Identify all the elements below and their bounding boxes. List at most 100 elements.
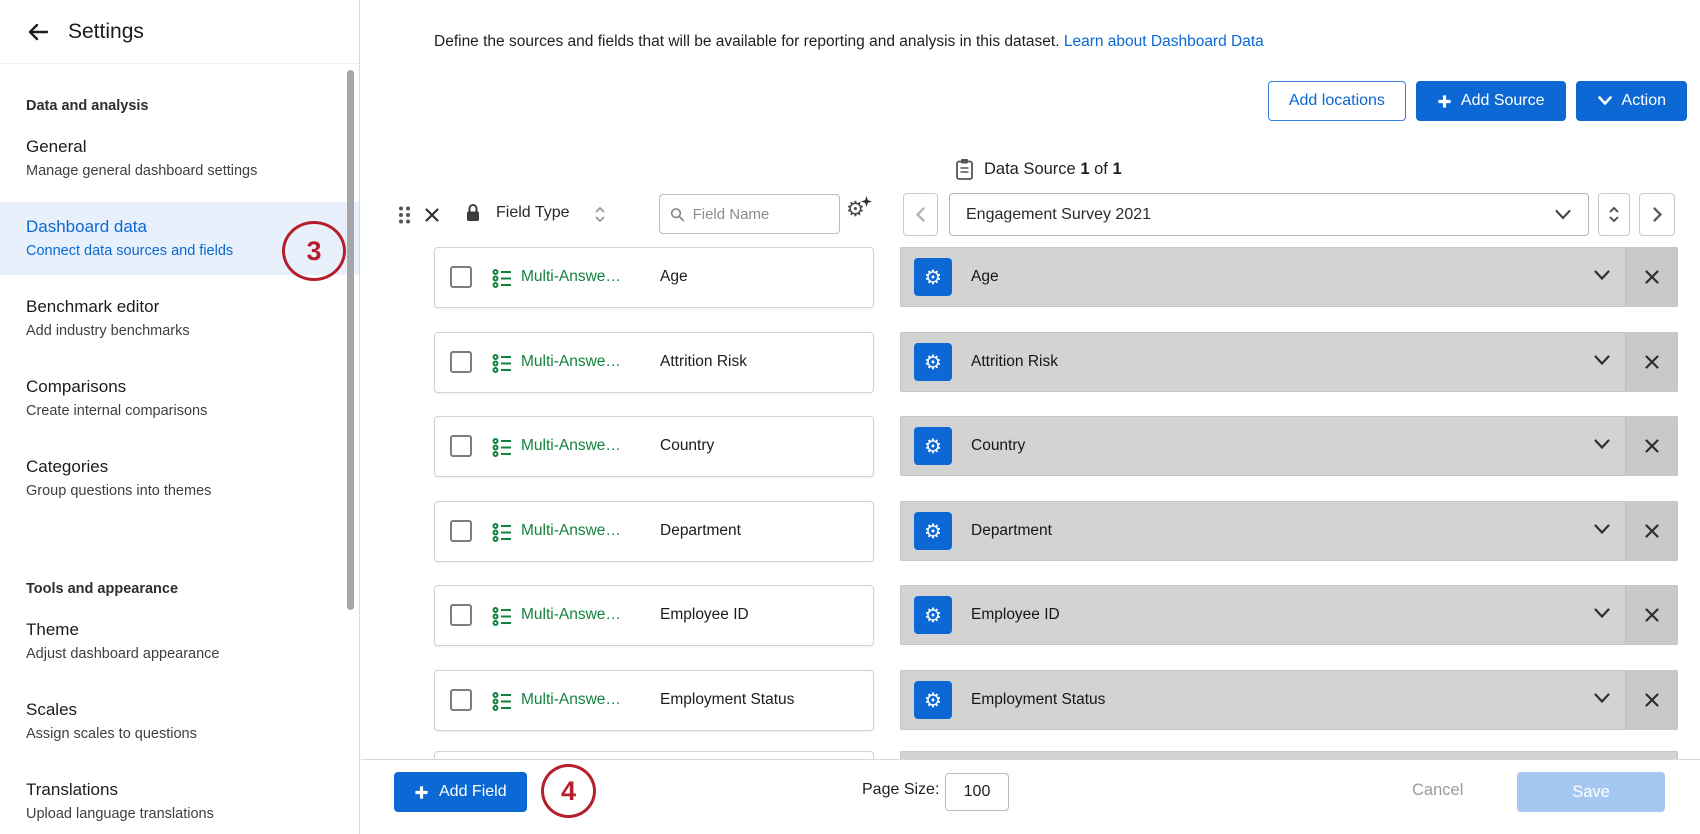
sidebar-item-title: Translations (26, 779, 333, 801)
add-locations-button[interactable]: Add locations (1268, 81, 1406, 121)
field-checkbox[interactable] (450, 435, 472, 457)
column-settings-icon[interactable]: ⚙ (846, 199, 865, 220)
field-checkbox[interactable] (450, 351, 472, 373)
chevron-down-icon[interactable] (1593, 523, 1611, 536)
field-settings-button[interactable]: ⚙ (914, 681, 952, 719)
field-card[interactable]: Multi-Answe… Employee ID (434, 585, 874, 646)
toolbar: Add locations Add Source Action (1268, 81, 1687, 121)
data-source-select[interactable]: Engagement Survey 2021 (949, 193, 1589, 236)
sidebar-item-subtitle: Add industry benchmarks (26, 322, 333, 341)
sidebar-item-subtitle: Adjust dashboard appearance (26, 645, 333, 664)
field-checkbox[interactable] (450, 266, 472, 288)
field-name-label: Employment Status (660, 691, 794, 709)
sidebar-item-comparisons[interactable]: Comparisons Create internal comparisons (0, 362, 359, 435)
mapped-field-bar: ⚙ Age (900, 247, 1678, 307)
annotation-step-3: 3 (282, 221, 346, 281)
field-settings-button[interactable]: ⚙ (914, 343, 952, 381)
mapped-field-bar: ⚙ Country (900, 416, 1678, 476)
field-settings-button[interactable]: ⚙ (914, 596, 952, 634)
field-card[interactable]: Multi-Answe… Country (434, 416, 874, 477)
chevron-down-icon[interactable] (1593, 354, 1611, 367)
field-checkbox[interactable] (450, 689, 472, 711)
multi-answer-icon (492, 691, 513, 717)
gear-icon: ⚙ (924, 603, 942, 628)
field-checkbox[interactable] (450, 520, 472, 542)
field-settings-button[interactable]: ⚙ (914, 427, 952, 465)
multi-answer-icon (492, 437, 513, 463)
sidebar-scrollbar[interactable] (347, 70, 354, 610)
data-source-selected-value: Engagement Survey 2021 (966, 206, 1151, 224)
field-card[interactable]: Multi-Answe… Age (434, 247, 874, 308)
sidebar-item-general[interactable]: General Manage general dashboard setting… (0, 122, 359, 195)
next-source-button[interactable] (1639, 193, 1675, 236)
field-settings-button[interactable]: ⚙ (914, 512, 952, 550)
reorder-source-button[interactable] (1598, 193, 1630, 236)
page-size-label: Page Size: (862, 781, 939, 799)
back-button[interactable] (26, 20, 50, 44)
field-checkbox[interactable] (450, 604, 472, 626)
add-source-button[interactable]: Add Source (1416, 81, 1566, 121)
field-settings-button[interactable]: ⚙ (914, 258, 952, 296)
field-type-label: Multi-Answe… (521, 691, 621, 709)
sidebar-item-theme[interactable]: Theme Adjust dashboard appearance (0, 605, 359, 678)
gear-icon: ⚙ (924, 350, 942, 375)
gear-icon: ⚙ (924, 519, 942, 544)
chevron-down-icon[interactable] (1593, 692, 1611, 705)
sort-icon[interactable] (594, 206, 606, 223)
add-field-label: Add Field (439, 783, 507, 801)
clear-selection-icon[interactable] (424, 207, 440, 223)
field-name-label: Age (660, 268, 688, 286)
action-label: Action (1622, 92, 1666, 110)
remove-field-button[interactable] (1625, 671, 1677, 729)
sidebar-item-categories[interactable]: Categories Group questions into themes (0, 442, 359, 515)
sidebar-item-title: General (26, 136, 333, 158)
reorder-icon (1608, 205, 1620, 224)
field-card[interactable]: Multi-Answe… Attrition Risk (434, 332, 874, 393)
field-type-label: Multi-Answe… (521, 606, 621, 624)
remove-field-button[interactable] (1625, 502, 1677, 560)
learn-about-dashboard-data-link[interactable]: Learn about Dashboard Data (1064, 33, 1264, 50)
cancel-button[interactable]: Cancel (1412, 781, 1463, 800)
add-locations-label: Add locations (1289, 92, 1385, 110)
sparkle-icon (861, 196, 872, 207)
field-name-label: Country (660, 437, 714, 455)
add-field-button[interactable]: Add Field (394, 772, 527, 812)
action-button[interactable]: Action (1576, 81, 1687, 121)
chevron-down-icon[interactable] (1593, 438, 1611, 451)
mapped-field-bar: ⚙ Employee ID (900, 585, 1678, 645)
multi-answer-icon (492, 353, 513, 379)
field-type-label: Multi-Answe… (521, 522, 621, 540)
mapped-field-name: Age (971, 268, 999, 286)
previous-source-button[interactable] (903, 193, 938, 236)
page-title: Settings (68, 20, 144, 44)
mapped-field-bar: ⚙ Department (900, 501, 1678, 561)
drag-handle-icon[interactable] (397, 205, 412, 225)
sidebar-item-translations[interactable]: Translations Upload language translation… (0, 765, 359, 834)
remove-field-button[interactable] (1625, 333, 1677, 391)
page-size-input[interactable] (945, 773, 1009, 811)
field-name-search-input[interactable] (693, 206, 829, 223)
remove-field-button[interactable] (1625, 417, 1677, 475)
section-header-tools-appearance: Tools and appearance (26, 581, 333, 597)
remove-icon (1644, 354, 1660, 370)
sidebar-item-title: Benchmark editor (26, 296, 333, 318)
gear-icon: ⚙ (924, 434, 942, 459)
remove-icon (1644, 607, 1660, 623)
field-card[interactable]: Multi-Answe… Department (434, 501, 874, 562)
field-card[interactable]: Multi-Answe… Employment Status (434, 670, 874, 731)
sidebar-item-title: Categories (26, 456, 333, 478)
remove-field-button[interactable] (1625, 586, 1677, 644)
remove-field-button[interactable] (1625, 248, 1677, 306)
field-type-column-header[interactable]: Field Type (496, 204, 570, 222)
sidebar-header: Settings (0, 0, 359, 64)
gear-icon: ⚙ (924, 265, 942, 290)
field-name-label: Attrition Risk (660, 353, 747, 371)
sidebar-item-benchmark-editor[interactable]: Benchmark editor Add industry benchmarks (0, 282, 359, 355)
chevron-down-icon (1597, 95, 1613, 107)
chevron-down-icon[interactable] (1593, 269, 1611, 282)
save-button[interactable]: Save (1517, 772, 1665, 812)
section-header-data-analysis: Data and analysis (26, 98, 333, 114)
chevron-left-icon (914, 206, 927, 223)
chevron-down-icon[interactable] (1593, 607, 1611, 620)
sidebar-item-scales[interactable]: Scales Assign scales to questions (0, 685, 359, 758)
